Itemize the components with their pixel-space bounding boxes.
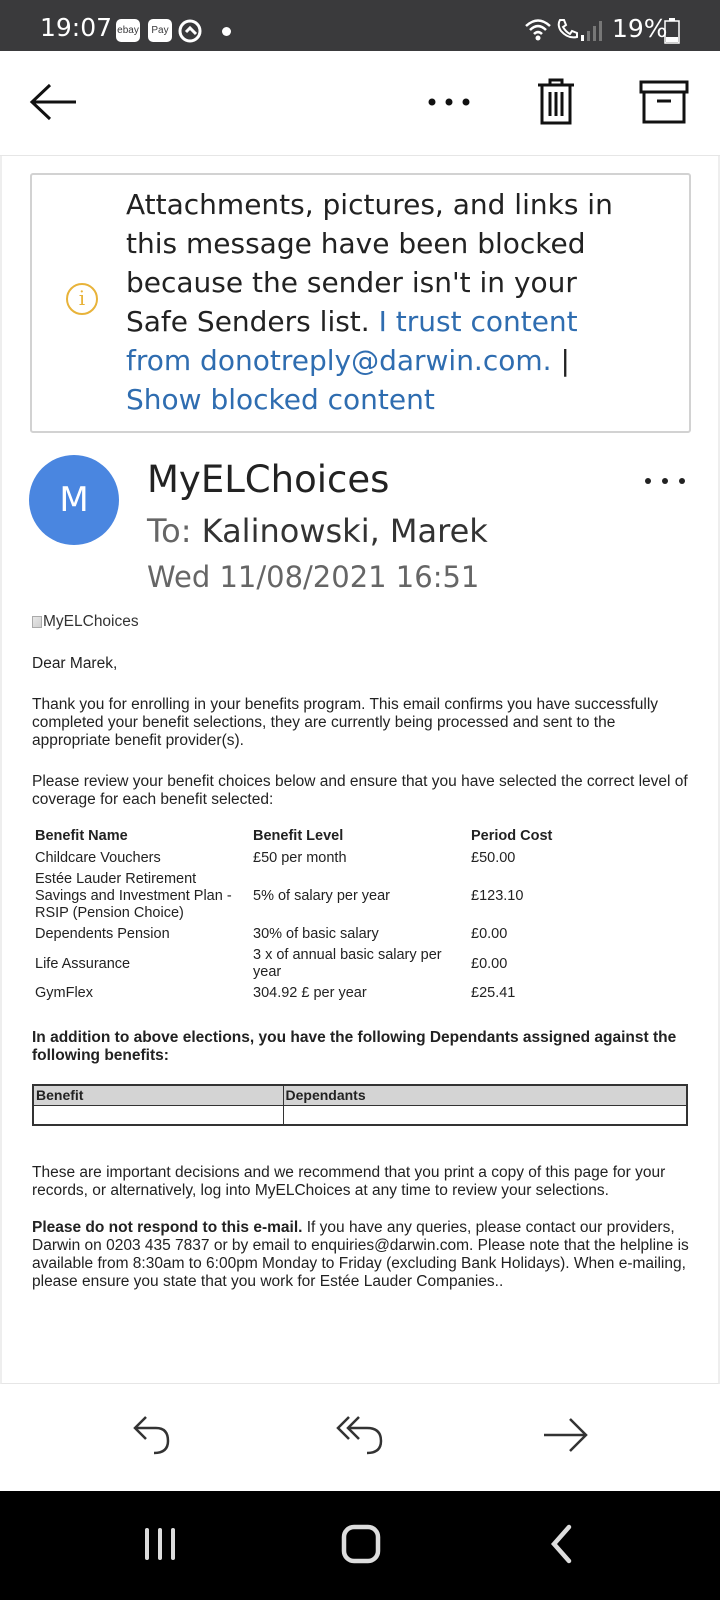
dependants-intro: In addition to above elections, you have… xyxy=(32,1029,677,1064)
email-content: MyELChoices Dear Marek, Thank you for en… xyxy=(32,613,692,1290)
status-time: 19:07 xyxy=(40,13,113,42)
benefit-name-cell: GymFlex xyxy=(35,985,93,1001)
benefit-name-cell: Dependents Pension xyxy=(35,926,170,942)
status-bar: 19:07 ebay Pay 19% xyxy=(0,0,720,51)
broken-image-icon xyxy=(32,616,42,628)
period-cost-cell: £0.00 xyxy=(471,955,508,972)
benefits-table: Benefit Name Benefit Level Period Cost C… xyxy=(32,825,692,1004)
app-notification-icon xyxy=(178,19,204,48)
more-horizontal-icon xyxy=(427,94,471,112)
header-benefit: Benefit xyxy=(32,1084,284,1106)
benefit-name-cell: Estée Lauder Retirement Savings and Inve… xyxy=(35,871,232,921)
greeting: Dear Marek, xyxy=(32,655,118,672)
sender-avatar[interactable]: M xyxy=(29,455,119,545)
home-icon xyxy=(341,1524,381,1569)
benefit-level-cell: £50 per month xyxy=(253,850,347,866)
confirmation-paragraph: Thank you for enrolling in your benefits… xyxy=(32,696,659,749)
email-date: Wed 11/08/2021 16:51 xyxy=(147,560,480,594)
nav-back-button[interactable] xyxy=(532,1521,592,1571)
signal-icon xyxy=(580,20,604,47)
back-button[interactable] xyxy=(26,77,80,131)
system-navigation-bar xyxy=(0,1491,720,1600)
important-paragraph: These are important decisions and we rec… xyxy=(32,1164,666,1199)
table-header-row: Benefit Name Benefit Level Period Cost xyxy=(32,825,692,848)
benefit-level-cell: 5% of salary per year xyxy=(253,888,391,904)
benefit-level-cell: 304.92 £ per year xyxy=(253,985,367,1001)
blocked-content-banner: i Attachments, pictures, and links in th… xyxy=(30,173,691,433)
benefit-name-cell: Childcare Vouchers xyxy=(35,850,161,866)
arrow-left-icon xyxy=(28,82,78,127)
header-benefit-level: Benefit Level xyxy=(253,828,344,844)
home-button[interactable] xyxy=(331,1521,391,1571)
reply-all-button[interactable] xyxy=(330,1407,390,1467)
email-more-button[interactable] xyxy=(643,466,687,492)
benefit-level-cell: 30% of basic salary xyxy=(253,926,379,942)
trash-icon xyxy=(536,78,576,131)
table-row: Childcare Vouchers £50 per month £50.00 xyxy=(32,848,692,869)
header-benefit-name: Benefit Name xyxy=(35,828,128,844)
period-cost-cell: £123.10 xyxy=(471,888,524,904)
recipient-name[interactable]: Kalinowski, Marek xyxy=(202,512,488,550)
to-label: To: xyxy=(147,512,192,550)
table-row: Dependents Pension 30% of basic salary £… xyxy=(32,924,692,945)
info-icon: i xyxy=(66,283,98,315)
table-header-row: Benefit Dependants xyxy=(32,1084,688,1106)
more-options-button[interactable] xyxy=(424,81,474,125)
benefit-name-cell: Life Assurance xyxy=(35,955,131,972)
header-dependants: Dependants xyxy=(282,1084,688,1106)
battery-icon xyxy=(664,18,680,49)
do-not-respond-text: Please do not respond to this e-mail. xyxy=(32,1219,303,1236)
archive-icon xyxy=(639,80,689,129)
review-paragraph: Please review your benefit choices below… xyxy=(32,773,688,808)
recent-apps-button[interactable] xyxy=(130,1521,190,1571)
table-row: Estée Lauder Retirement Savings and Inve… xyxy=(32,869,692,924)
recent-apps-icon xyxy=(142,1526,178,1567)
logo-alt-text: MyELChoices xyxy=(43,613,139,630)
ebay-notification-icon: ebay xyxy=(116,19,140,42)
period-cost-cell: £50.00 xyxy=(471,850,516,866)
email-toolbar xyxy=(0,51,720,156)
wifi-icon xyxy=(524,16,552,47)
more-horizontal-icon xyxy=(643,466,687,491)
table-row xyxy=(32,1104,688,1126)
table-row: GymFlex 304.92 £ per year £25.41 xyxy=(32,983,692,1004)
banner-separator: | xyxy=(560,344,570,377)
recipient-line: To: Kalinowski, Marek xyxy=(147,512,488,550)
call-icon xyxy=(556,17,578,46)
sender-name[interactable]: MyELChoices xyxy=(147,458,389,501)
logo-image-placeholder: MyELChoices xyxy=(32,613,692,631)
reply-all-icon xyxy=(335,1413,385,1462)
benefit-level-cell: 3 x of annual basic salary per year xyxy=(253,947,442,980)
forward-icon xyxy=(542,1415,590,1460)
dependants-table: Benefit Dependants xyxy=(32,1084,688,1126)
email-action-bar xyxy=(0,1385,720,1491)
table-row: Life Assurance 3 x of annual basic salar… xyxy=(32,945,692,983)
empty-cell xyxy=(282,1104,688,1126)
period-cost-cell: £0.00 xyxy=(471,926,508,942)
show-blocked-content-link[interactable]: Show blocked content xyxy=(126,383,435,416)
header-period-cost: Period Cost xyxy=(471,828,553,844)
archive-button[interactable] xyxy=(634,77,694,131)
reply-icon xyxy=(132,1413,172,1462)
battery-percentage: 19% xyxy=(612,14,668,43)
contact-paragraph: Please do not respond to this e-mail. If… xyxy=(32,1219,692,1291)
empty-cell xyxy=(32,1104,284,1126)
banner-message: Attachments, pictures, and links in this… xyxy=(126,185,646,419)
reply-button[interactable] xyxy=(122,1407,182,1467)
period-cost-cell: £25.41 xyxy=(471,985,516,1001)
pay-notification-icon: Pay xyxy=(148,19,172,42)
forward-button[interactable] xyxy=(536,1407,596,1467)
back-chevron-icon xyxy=(549,1524,575,1569)
delete-button[interactable] xyxy=(526,77,586,131)
notification-dot-icon xyxy=(222,27,231,36)
